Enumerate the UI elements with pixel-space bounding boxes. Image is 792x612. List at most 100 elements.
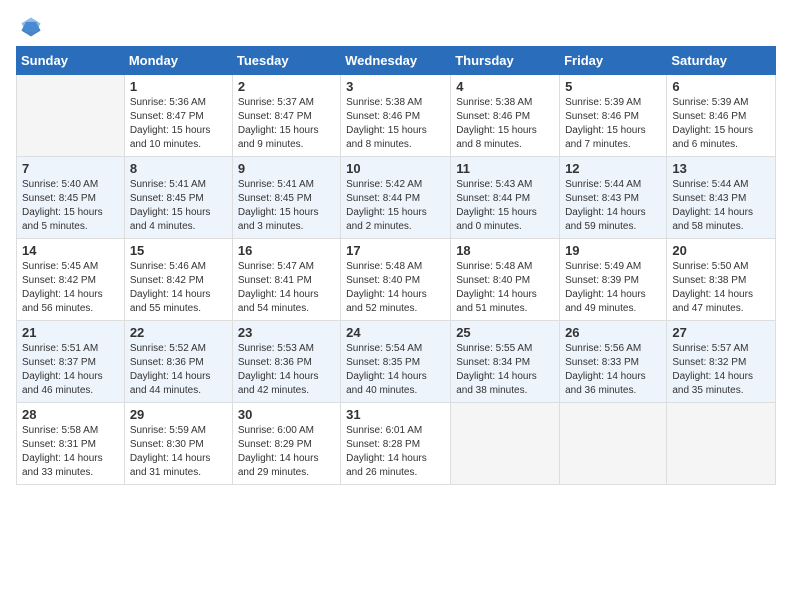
cell-info: Sunrise: 5:45 AMSunset: 8:42 PMDaylight:… bbox=[22, 260, 119, 316]
calendar-cell: 23 Sunrise: 5:53 AMSunset: 8:36 PMDayligh… bbox=[232, 321, 340, 403]
calendar-cell: 31Sunrise: 6:01 AMSunset: 8:28 PMDayligh… bbox=[341, 403, 451, 485]
day-number: 22 bbox=[130, 325, 227, 340]
day-number: 6 bbox=[672, 79, 770, 94]
calendar-week-row: 14 Sunrise: 5:45 AMSunset: 8:42 PMDayligh… bbox=[17, 239, 776, 321]
calendar-cell: 16 Sunrise: 5:47 AMSunset: 8:41 PMDayligh… bbox=[232, 239, 340, 321]
calendar-cell: 11Sunrise: 5:43 AMSunset: 8:44 PMDayligh… bbox=[451, 157, 560, 239]
calendar-cell: 2 Sunrise: 5:37 AMSunset: 8:47 PMDaylight… bbox=[232, 75, 340, 157]
cell-info: Sunrise: 5:58 AMSunset: 8:31 PMDaylight:… bbox=[22, 424, 119, 480]
calendar-cell: 27 Sunrise: 5:57 AMSunset: 8:32 PMDayligh… bbox=[667, 321, 776, 403]
day-number: 8 bbox=[130, 161, 227, 176]
calendar-cell: 9 Sunrise: 5:41 AMSunset: 8:45 PMDaylight… bbox=[232, 157, 340, 239]
day-number: 30 bbox=[238, 407, 335, 422]
cell-info: Sunrise: 5:52 AMSunset: 8:36 PMDaylight:… bbox=[130, 342, 227, 398]
weekday-header: Thursday bbox=[451, 47, 560, 75]
cell-info: Sunrise: 5:55 AMSunset: 8:34 PMDaylight:… bbox=[456, 342, 554, 398]
calendar-cell: 21 Sunrise: 5:51 AMSunset: 8:37 PMDayligh… bbox=[17, 321, 125, 403]
cell-info: Sunrise: 5:37 AMSunset: 8:47 PMDaylight:… bbox=[238, 96, 335, 152]
day-number: 25 bbox=[456, 325, 554, 340]
calendar-cell: 18Sunrise: 5:48 AMSunset: 8:40 PMDayligh… bbox=[451, 239, 560, 321]
calendar-cell: 5 Sunrise: 5:39 AMSunset: 8:46 PMDaylight… bbox=[560, 75, 667, 157]
day-number: 28 bbox=[22, 407, 119, 422]
cell-info: Sunrise: 5:38 AMSunset: 8:46 PMDaylight:… bbox=[346, 96, 445, 152]
calendar-cell bbox=[667, 403, 776, 485]
calendar-cell: 19 Sunrise: 5:49 AMSunset: 8:39 PMDayligh… bbox=[560, 239, 667, 321]
calendar-week-row: 1Sunrise: 5:36 AMSunset: 8:47 PMDaylight… bbox=[17, 75, 776, 157]
day-number: 9 bbox=[238, 161, 335, 176]
cell-info: Sunrise: 5:53 AMSunset: 8:36 PMDaylight:… bbox=[238, 342, 335, 398]
calendar-cell: 3 Sunrise: 5:38 AMSunset: 8:46 PMDaylight… bbox=[341, 75, 451, 157]
cell-info: Sunrise: 5:49 AMSunset: 8:39 PMDaylight:… bbox=[565, 260, 661, 316]
day-number: 17 bbox=[346, 243, 445, 258]
day-number: 2 bbox=[238, 79, 335, 94]
day-number: 16 bbox=[238, 243, 335, 258]
page-header bbox=[16, 16, 776, 38]
cell-info: Sunrise: 5:40 AMSunset: 8:45 PMDaylight:… bbox=[22, 178, 119, 234]
weekday-header: Tuesday bbox=[232, 47, 340, 75]
calendar-cell: 1Sunrise: 5:36 AMSunset: 8:47 PMDaylight… bbox=[124, 75, 232, 157]
cell-info: Sunrise: 5:44 AMSunset: 8:43 PMDaylight:… bbox=[672, 178, 770, 234]
cell-info: Sunrise: 5:54 AMSunset: 8:35 PMDaylight:… bbox=[346, 342, 445, 398]
day-number: 27 bbox=[672, 325, 770, 340]
day-number: 15 bbox=[130, 243, 227, 258]
cell-info: Sunrise: 6:00 AMSunset: 8:29 PMDaylight:… bbox=[238, 424, 335, 480]
weekday-header: Friday bbox=[560, 47, 667, 75]
cell-info: Sunrise: 5:51 AMSunset: 8:37 PMDaylight:… bbox=[22, 342, 119, 398]
calendar-week-row: 7 Sunrise: 5:40 AMSunset: 8:45 PMDaylight… bbox=[17, 157, 776, 239]
calendar-cell bbox=[17, 75, 125, 157]
cell-info: Sunrise: 5:39 AMSunset: 8:46 PMDaylight:… bbox=[565, 96, 661, 152]
calendar-cell: 6 Sunrise: 5:39 AMSunset: 8:46 PMDaylight… bbox=[667, 75, 776, 157]
cell-info: Sunrise: 6:01 AMSunset: 8:28 PMDaylight:… bbox=[346, 424, 445, 480]
cell-info: Sunrise: 5:57 AMSunset: 8:32 PMDaylight:… bbox=[672, 342, 770, 398]
day-number: 10 bbox=[346, 161, 445, 176]
calendar-table: SundayMondayTuesdayWednesdayThursdayFrid… bbox=[16, 46, 776, 485]
calendar-week-row: 21 Sunrise: 5:51 AMSunset: 8:37 PMDayligh… bbox=[17, 321, 776, 403]
calendar-cell: 24 Sunrise: 5:54 AMSunset: 8:35 PMDayligh… bbox=[341, 321, 451, 403]
calendar-cell: 29 Sunrise: 5:59 AMSunset: 8:30 PMDayligh… bbox=[124, 403, 232, 485]
calendar-cell: 7 Sunrise: 5:40 AMSunset: 8:45 PMDaylight… bbox=[17, 157, 125, 239]
calendar-cell: 22 Sunrise: 5:52 AMSunset: 8:36 PMDayligh… bbox=[124, 321, 232, 403]
day-number: 5 bbox=[565, 79, 661, 94]
day-number: 3 bbox=[346, 79, 445, 94]
calendar-week-row: 28 Sunrise: 5:58 AMSunset: 8:31 PMDayligh… bbox=[17, 403, 776, 485]
cell-info: Sunrise: 5:36 AMSunset: 8:47 PMDaylight:… bbox=[130, 96, 227, 152]
cell-info: Sunrise: 5:44 AMSunset: 8:43 PMDaylight:… bbox=[565, 178, 661, 234]
cell-info: Sunrise: 5:48 AMSunset: 8:40 PMDaylight:… bbox=[346, 260, 445, 316]
day-number: 20 bbox=[672, 243, 770, 258]
calendar-header: SundayMondayTuesdayWednesdayThursdayFrid… bbox=[17, 47, 776, 75]
day-number: 24 bbox=[346, 325, 445, 340]
day-number: 11 bbox=[456, 161, 554, 176]
calendar-cell: 30 Sunrise: 6:00 AMSunset: 8:29 PMDayligh… bbox=[232, 403, 340, 485]
day-number: 19 bbox=[565, 243, 661, 258]
cell-info: Sunrise: 5:59 AMSunset: 8:30 PMDaylight:… bbox=[130, 424, 227, 480]
cell-info: Sunrise: 5:50 AMSunset: 8:38 PMDaylight:… bbox=[672, 260, 770, 316]
day-number: 12 bbox=[565, 161, 661, 176]
weekday-header: Wednesday bbox=[341, 47, 451, 75]
calendar-cell: 26 Sunrise: 5:56 AMSunset: 8:33 PMDayligh… bbox=[560, 321, 667, 403]
cell-info: Sunrise: 5:38 AMSunset: 8:46 PMDaylight:… bbox=[456, 96, 554, 152]
calendar-cell: 4Sunrise: 5:38 AMSunset: 8:46 PMDaylight… bbox=[451, 75, 560, 157]
calendar-cell: 14 Sunrise: 5:45 AMSunset: 8:42 PMDayligh… bbox=[17, 239, 125, 321]
calendar-cell: 17 Sunrise: 5:48 AMSunset: 8:40 PMDayligh… bbox=[341, 239, 451, 321]
calendar-cell: 25 Sunrise: 5:55 AMSunset: 8:34 PMDayligh… bbox=[451, 321, 560, 403]
header-row: SundayMondayTuesdayWednesdayThursdayFrid… bbox=[17, 47, 776, 75]
day-number: 7 bbox=[22, 161, 119, 176]
calendar-cell: 28 Sunrise: 5:58 AMSunset: 8:31 PMDayligh… bbox=[17, 403, 125, 485]
cell-info: Sunrise: 5:41 AMSunset: 8:45 PMDaylight:… bbox=[130, 178, 227, 234]
weekday-header: Saturday bbox=[667, 47, 776, 75]
cell-info: Sunrise: 5:47 AMSunset: 8:41 PMDaylight:… bbox=[238, 260, 335, 316]
logo bbox=[16, 16, 42, 38]
calendar-cell: 20 Sunrise: 5:50 AMSunset: 8:38 PMDayligh… bbox=[667, 239, 776, 321]
calendar-cell bbox=[560, 403, 667, 485]
day-number: 14 bbox=[22, 243, 119, 258]
day-number: 21 bbox=[22, 325, 119, 340]
logo-icon bbox=[20, 16, 42, 38]
day-number: 18 bbox=[456, 243, 554, 258]
cell-info: Sunrise: 5:41 AMSunset: 8:45 PMDaylight:… bbox=[238, 178, 335, 234]
day-number: 26 bbox=[565, 325, 661, 340]
day-number: 23 bbox=[238, 325, 335, 340]
day-number: 13 bbox=[672, 161, 770, 176]
day-number: 29 bbox=[130, 407, 227, 422]
cell-info: Sunrise: 5:56 AMSunset: 8:33 PMDaylight:… bbox=[565, 342, 661, 398]
cell-info: Sunrise: 5:39 AMSunset: 8:46 PMDaylight:… bbox=[672, 96, 770, 152]
